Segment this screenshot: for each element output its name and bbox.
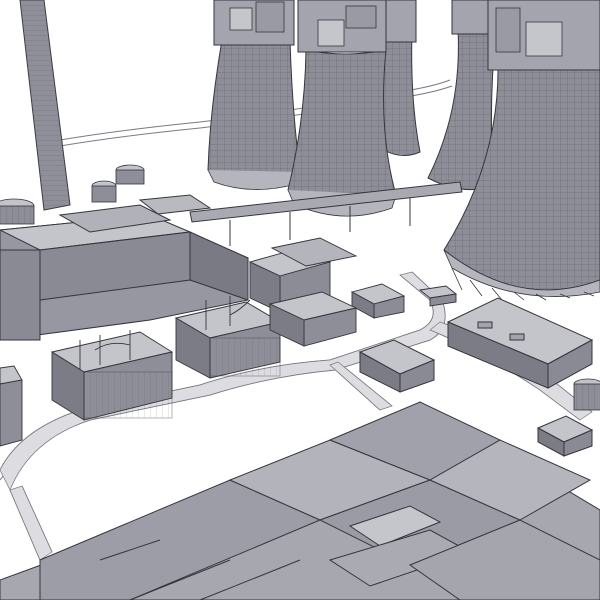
power-plant-scene: [0, 0, 600, 600]
cooling-tower-1: [207, 0, 301, 190]
cooling-tower-3: [287, 0, 397, 217]
left-edge-block: [0, 365, 23, 447]
power-plant-render: [0, 0, 600, 600]
